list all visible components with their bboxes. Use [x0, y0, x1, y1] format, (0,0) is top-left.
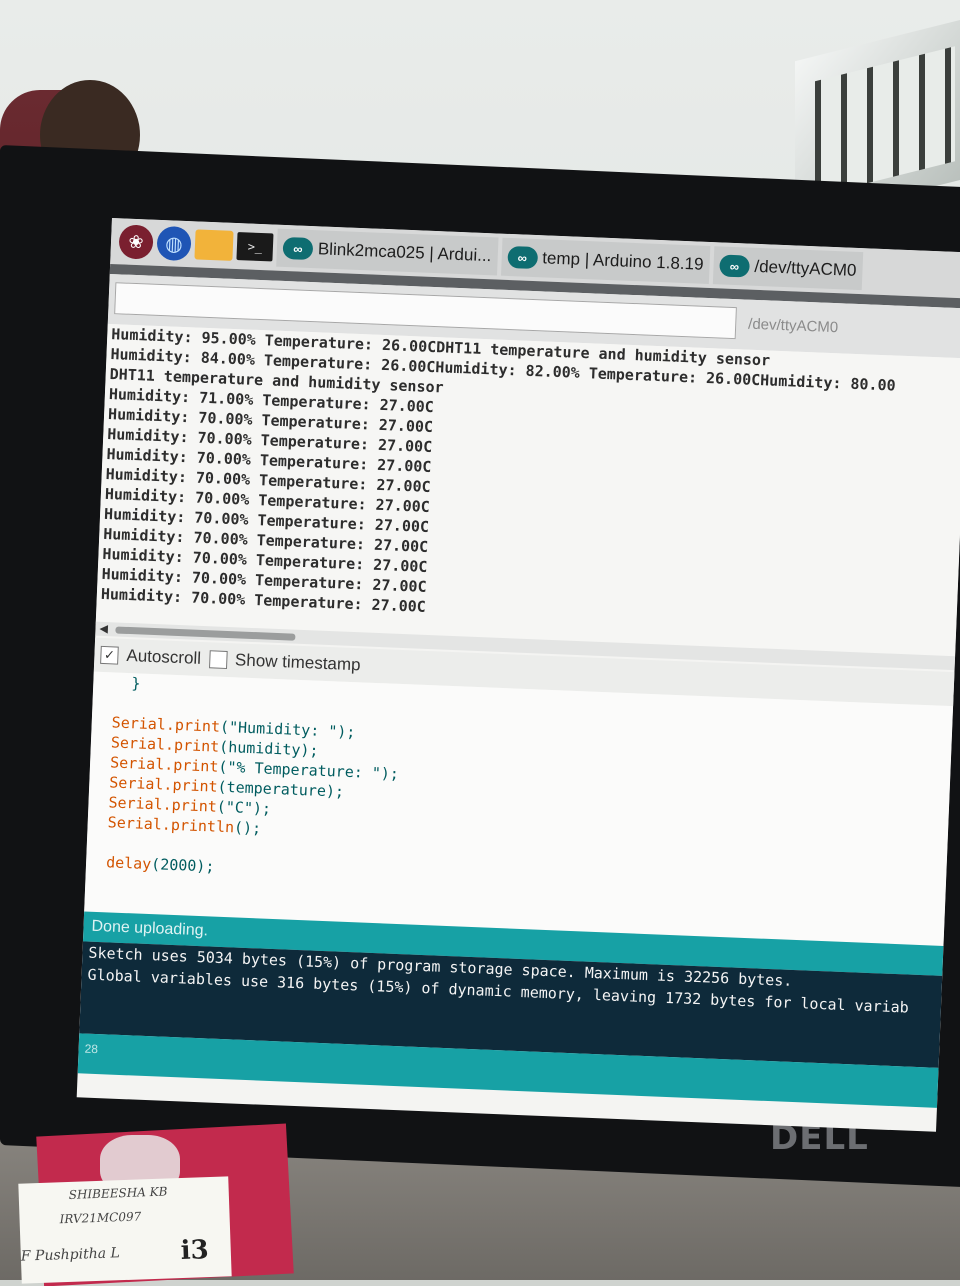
arduino-logo-icon: ∞	[506, 245, 538, 270]
code-args: ();	[233, 818, 262, 838]
name-label-card: SHIBEESHA KB IRV21MC097 F Pushpitha L i3	[18, 1176, 232, 1284]
monitor-screen: ❀ ◍ >_ ∞ Blink2mca025 | Ardui... ∞ temp …	[76, 218, 960, 1132]
scroll-thumb[interactable]	[115, 626, 296, 641]
serial-output[interactable]: Humidity: 95.00% Temperature: 26.00CDHT1…	[95, 323, 960, 659]
taskbar-tab-temp[interactable]: ∞ temp | Arduino 1.8.19	[500, 237, 711, 285]
autoscroll-label: Autoscroll	[126, 645, 202, 668]
taskbar-tab-serial[interactable]: ∞ /dev/ttyACM0	[712, 246, 864, 291]
arduino-logo-icon: ∞	[719, 254, 750, 278]
sticker-line: SHIBEESHA KB	[68, 1184, 168, 1202]
code-args	[112, 693, 122, 711]
autoscroll-checkbox[interactable]: ✓	[100, 645, 119, 665]
raspberry-menu-icon[interactable]: ❀	[118, 224, 154, 260]
show-timestamp-checkbox[interactable]	[208, 650, 228, 669]
taskbar-tab-blink[interactable]: ∞ Blink2mca025 | Ardui...	[276, 228, 499, 276]
sticker-line: F Pushpitha L	[20, 1245, 121, 1265]
file-manager-icon[interactable]	[194, 229, 234, 261]
code-args	[107, 833, 117, 851]
arduino-logo-icon: ∞	[282, 236, 314, 261]
code-args: ("C");	[216, 797, 272, 818]
terminal-icon[interactable]: >_	[236, 232, 274, 262]
show-timestamp-label: Show timestamp	[234, 650, 361, 675]
sticker-line: IRV21MC097	[59, 1209, 142, 1227]
code-args: }	[113, 673, 141, 693]
sticker-line: i3	[180, 1235, 210, 1267]
code-editor[interactable]: } Serial.print("Humidity: "); Serial.prin…	[84, 671, 954, 946]
taskbar-tab-label: /dev/ttyACM0	[754, 256, 857, 280]
code-keyword: Serial.println	[107, 813, 235, 837]
code-keyword: delay	[105, 853, 152, 874]
taskbar-tab-label: Blink2mca025 | Ardui...	[317, 239, 492, 266]
scroll-left-icon[interactable]: ◀	[99, 622, 108, 635]
serial-port-label: /dev/ttyACM0	[747, 315, 839, 337]
taskbar-tab-label: temp | Arduino 1.8.19	[541, 248, 704, 274]
browser-icon[interactable]: ◍	[156, 225, 192, 262]
code-args: (2000);	[150, 855, 215, 876]
